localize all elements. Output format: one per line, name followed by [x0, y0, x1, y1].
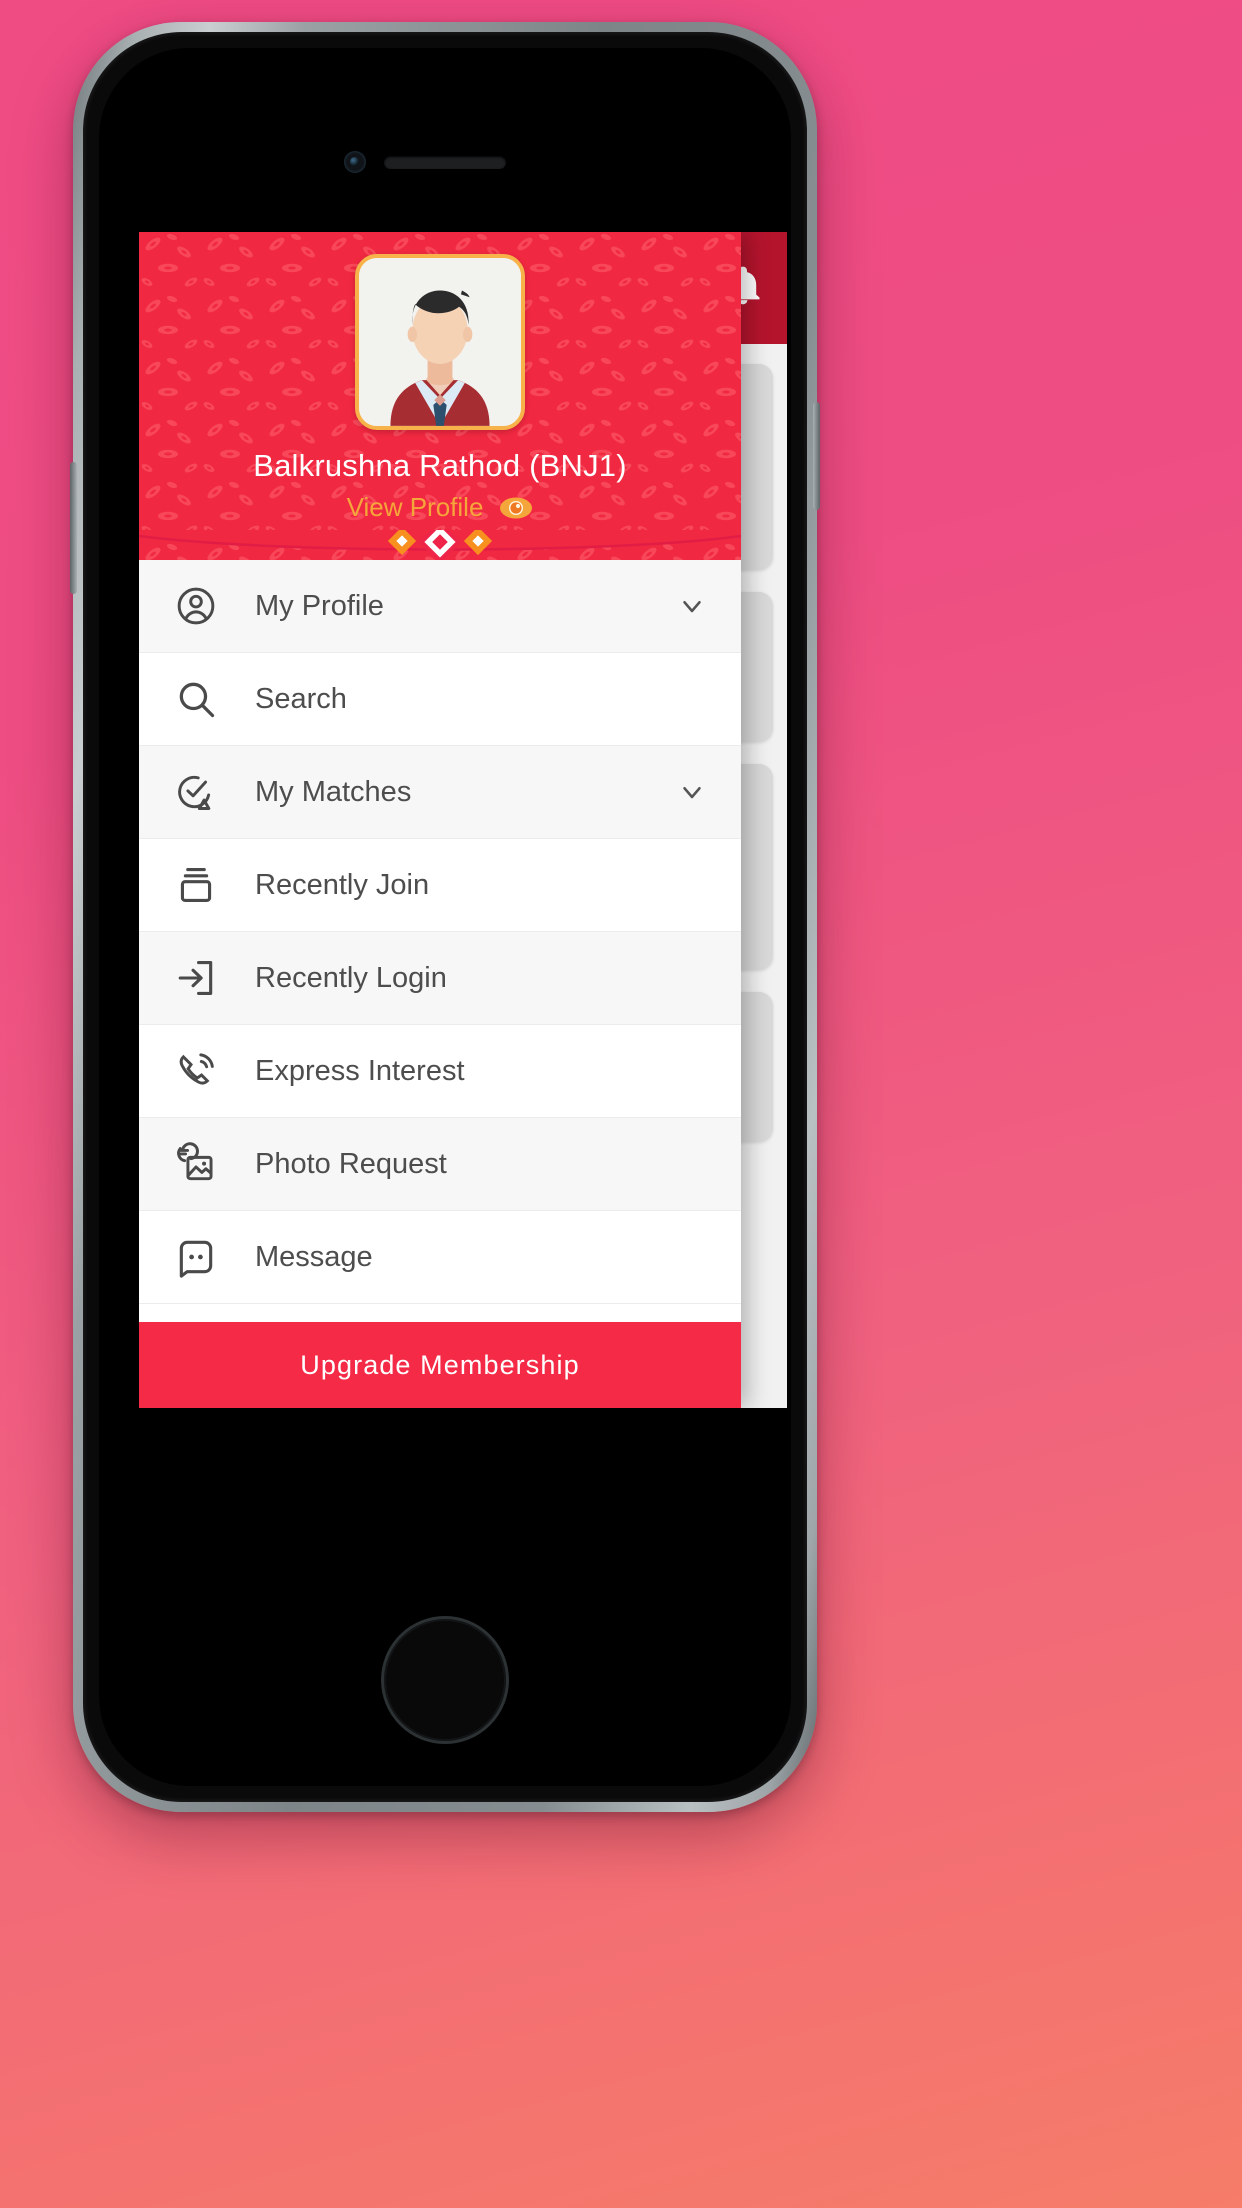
menu-item-label: Recently Login	[255, 961, 447, 994]
menu-item-label: Express Interest	[255, 1054, 465, 1087]
drawer-header-content: Balkrushna Rathod (BNJ1) View Profile	[139, 232, 741, 560]
upgrade-membership-button[interactable]: Upgrade Membership	[139, 1322, 741, 1408]
power-button[interactable]	[813, 402, 820, 510]
front-camera	[344, 151, 366, 173]
menu-item-my-matches[interactable]: My Matches	[139, 746, 741, 839]
menu-item-label: Message	[255, 1240, 373, 1273]
menu-item-express-interest[interactable]: Express Interest	[139, 1025, 741, 1118]
eye-icon	[500, 497, 533, 518]
phone-signal-icon	[173, 1048, 219, 1094]
avatar[interactable]	[355, 254, 525, 430]
photo-request-icon	[173, 1141, 219, 1187]
view-profile-label: View Profile	[346, 492, 484, 522]
menu-item-recently-login[interactable]: Recently Login	[139, 932, 741, 1025]
home-button[interactable]	[381, 1616, 509, 1744]
menu-item-photo-request[interactable]: Photo Request	[139, 1118, 741, 1211]
menu-item-label: My Matches	[255, 775, 412, 808]
chevron-down-icon[interactable]	[677, 777, 707, 807]
volume-rocker-button[interactable]	[70, 462, 77, 594]
phone-device: Balkrushna Rathod (BNJ1) View Profile My…	[70, 22, 820, 1812]
menu-item-my-profile[interactable]: My Profile	[139, 560, 741, 653]
phone-bezel: Balkrushna Rathod (BNJ1) View Profile My…	[83, 32, 807, 1802]
avatar-photo	[359, 258, 521, 426]
app-screen: Balkrushna Rathod (BNJ1) View Profile My…	[139, 232, 787, 1408]
drawer-header: Balkrushna Rathod (BNJ1) View Profile	[139, 232, 741, 560]
menu-item-label: Photo Request	[255, 1147, 447, 1180]
account-circle-icon	[173, 583, 219, 629]
menu-item-label: Recently Join	[255, 868, 430, 901]
menu-item-message[interactable]: Message	[139, 1211, 741, 1304]
profile-name: Balkrushna Rathod (BNJ1)	[253, 448, 627, 483]
menu-item-recently-join[interactable]: Recently Join	[139, 839, 741, 932]
chat-bubble-icon	[173, 1234, 219, 1280]
earpiece-speaker	[384, 156, 506, 169]
navigation-drawer: Balkrushna Rathod (BNJ1) View Profile My…	[139, 232, 741, 1408]
login-arrow-icon	[173, 955, 219, 1001]
chevron-down-icon[interactable]	[677, 591, 707, 621]
drawer-menu-list: My Profile Search My Matches Recently Jo…	[139, 560, 741, 1322]
search-icon	[173, 676, 219, 722]
match-check-icon	[173, 769, 219, 815]
phone-inner-frame: Balkrushna Rathod (BNJ1) View Profile My…	[99, 48, 791, 1786]
menu-item-search[interactable]: Search	[139, 653, 741, 746]
view-profile-link[interactable]: View Profile	[347, 492, 534, 523]
menu-item-label: My Profile	[255, 589, 384, 622]
menu-item-label: Search	[255, 682, 347, 715]
archive-box-icon	[173, 862, 219, 908]
